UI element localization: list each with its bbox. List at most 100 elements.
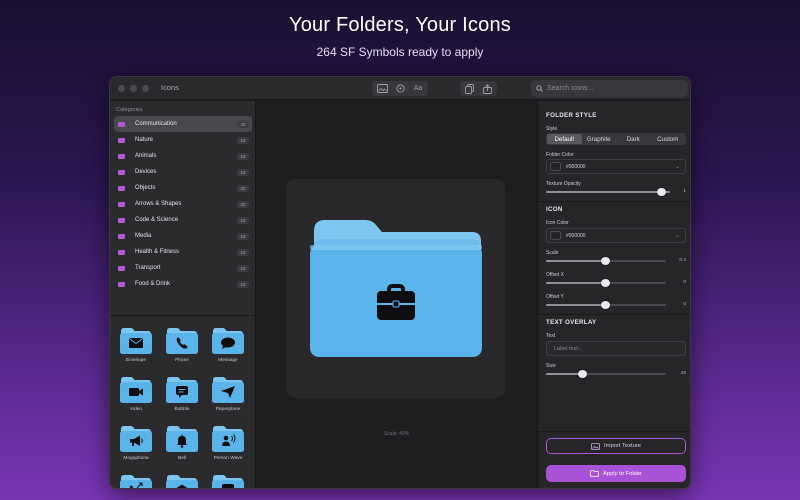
icon-grid-item[interactable]: Video bbox=[116, 376, 156, 422]
inspector-divider bbox=[538, 431, 690, 432]
message-bubbles-icon bbox=[117, 121, 125, 127]
sidebar-item-communication[interactable]: Communication 25 bbox=[114, 116, 252, 132]
envelope-icon bbox=[129, 338, 143, 348]
category-label: Food & Drink bbox=[135, 281, 171, 287]
category-label: Nature bbox=[135, 137, 154, 143]
icon-grid-label: Envelope bbox=[125, 358, 146, 363]
style-option-dark[interactable]: Dark bbox=[616, 134, 651, 144]
sidebar-item-nature[interactable]: Nature 18 bbox=[114, 132, 252, 148]
sidebar-item-health-fitness[interactable]: Health & Fitness 15 bbox=[114, 244, 252, 260]
scale-thumb[interactable] bbox=[601, 257, 610, 265]
offset-y-label: Offset Y bbox=[546, 294, 564, 300]
text-size-thumb[interactable] bbox=[578, 370, 587, 378]
circle-icon bbox=[395, 84, 405, 93]
style-option-custom[interactable]: Custom bbox=[651, 134, 686, 144]
folder-thumbnail bbox=[166, 328, 198, 354]
sidebar-divider bbox=[110, 315, 255, 316]
duplicate-button[interactable] bbox=[464, 83, 476, 94]
folder-thumbnail bbox=[212, 377, 244, 403]
offset-x-label: Offset X bbox=[546, 272, 564, 278]
import-texture-button[interactable]: Import Texture bbox=[546, 438, 686, 454]
folder-color-picker[interactable]: #000000 ⌄ bbox=[546, 159, 686, 174]
category-count-badge: 15 bbox=[237, 248, 249, 256]
sidebar-item-media[interactable]: Media 18 bbox=[114, 228, 252, 244]
texture-opacity-thumb[interactable] bbox=[657, 188, 666, 196]
icon-grid-label: Person Wave bbox=[213, 456, 243, 461]
close-window-button[interactable] bbox=[118, 85, 125, 92]
icon-grid-item[interactable]: Message bbox=[208, 327, 248, 373]
texture-opacity-label: Texture Opacity bbox=[546, 181, 581, 187]
folder-color-swatch bbox=[550, 162, 561, 171]
export-button[interactable] bbox=[482, 83, 494, 94]
offset-x-slider[interactable] bbox=[546, 279, 666, 287]
window-title: Icons bbox=[161, 83, 179, 92]
scale-label: Scale: 40% bbox=[383, 431, 410, 437]
scale-slider[interactable] bbox=[546, 257, 666, 265]
icon-grid-item[interactable]: Paperplane bbox=[208, 376, 248, 422]
size-label: Size bbox=[546, 363, 556, 369]
text-view-button[interactable]: Aa bbox=[412, 84, 424, 94]
folder-style-title: FOLDER STYLE bbox=[546, 112, 597, 119]
texture-opacity-slider[interactable] bbox=[546, 188, 670, 196]
view-toolbar: Aa bbox=[372, 81, 428, 96]
search-icon bbox=[536, 85, 543, 92]
icon-grid-item[interactable]: Phone bbox=[162, 327, 202, 373]
category-count-badge: 18 bbox=[237, 168, 249, 176]
category-label: Animals bbox=[135, 153, 157, 159]
cup-icon bbox=[117, 281, 125, 287]
folder-icon bbox=[117, 185, 125, 191]
category-label: Arrows & Shapes bbox=[135, 201, 182, 207]
offset-y-slider[interactable] bbox=[546, 301, 666, 309]
icon-grid-item[interactable]: Bubble Right bbox=[208, 474, 248, 488]
offset-y-thumb[interactable] bbox=[601, 301, 610, 309]
image-view-button[interactable] bbox=[376, 84, 388, 94]
photo-icon bbox=[591, 442, 600, 450]
icon-grid-item[interactable]: Envelope Open bbox=[162, 474, 202, 488]
apply-to-folder-label: Apply to Folder bbox=[603, 470, 642, 477]
text-size-slider[interactable] bbox=[546, 370, 666, 378]
icon-grid-item[interactable]: Envelope bbox=[116, 327, 156, 373]
folder-thumbnail bbox=[120, 328, 152, 354]
icon-grid-item[interactable]: Person Wave bbox=[208, 425, 248, 471]
apply-to-folder-button[interactable]: Apply to Folder bbox=[546, 465, 686, 482]
category-label: Communication bbox=[135, 121, 177, 127]
folder-thumbnail bbox=[166, 426, 198, 452]
icon-grid-item[interactable]: Phone Arrow bbox=[116, 474, 156, 488]
category-count-badge: 15 bbox=[237, 216, 249, 224]
sidebar-item-transport[interactable]: Transport 15 bbox=[114, 260, 252, 276]
label-text-input[interactable]: Label text... bbox=[546, 341, 686, 356]
icon-grid-label: Megaphone bbox=[123, 456, 149, 461]
icon-color-picker[interactable]: #000000 ⌄ bbox=[546, 228, 686, 243]
search-input[interactable]: Search icons... bbox=[531, 80, 688, 97]
minimize-window-button[interactable] bbox=[130, 85, 137, 92]
scale-slider-label: Scale bbox=[546, 250, 559, 256]
category-count-badge: 15 bbox=[237, 280, 249, 288]
folder-preview bbox=[310, 220, 482, 357]
icon-grid-item[interactable]: Megaphone bbox=[116, 425, 156, 471]
symbol-view-button[interactable] bbox=[394, 84, 406, 94]
icon-grid-item[interactable]: Bubble bbox=[162, 376, 202, 422]
text-label: Text bbox=[546, 333, 556, 339]
sidebar-item-animals[interactable]: Animals 18 bbox=[114, 148, 252, 164]
sidebar-item-devices[interactable]: Devices 18 bbox=[114, 164, 252, 180]
category-count-badge: 20 bbox=[237, 200, 249, 208]
sidebar-item-arrows-shapes[interactable]: Arrows & Shapes 20 bbox=[114, 196, 252, 212]
sidebar-item-food-drink[interactable]: Food & Drink 15 bbox=[114, 276, 252, 292]
style-option-graphite[interactable]: Graphite bbox=[582, 134, 617, 144]
folder-thumbnail bbox=[166, 475, 198, 488]
category-count-badge: 18 bbox=[237, 152, 249, 160]
hero-subtitle: 264 SF Symbols ready to apply bbox=[316, 45, 484, 59]
icon-grid-label: Video bbox=[129, 407, 143, 412]
zoom-window-button[interactable] bbox=[142, 85, 149, 92]
sidebar-item-code-science[interactable]: Code & Science 15 bbox=[114, 212, 252, 228]
folder-color-value: #000000 bbox=[566, 163, 586, 170]
folder-color-label: Folder Color bbox=[546, 152, 574, 158]
sidebar-item-objects[interactable]: Objects 20 bbox=[114, 180, 252, 196]
style-option-default[interactable]: Default bbox=[547, 134, 582, 144]
category-count-badge: 15 bbox=[237, 264, 249, 272]
icon-grid-label: Paperplane bbox=[215, 407, 241, 412]
offset-x-thumb[interactable] bbox=[601, 279, 610, 287]
category-label: Transport bbox=[135, 265, 161, 271]
icon-color-value: #000000 bbox=[566, 232, 586, 239]
icon-grid-item[interactable]: Bell bbox=[162, 425, 202, 471]
